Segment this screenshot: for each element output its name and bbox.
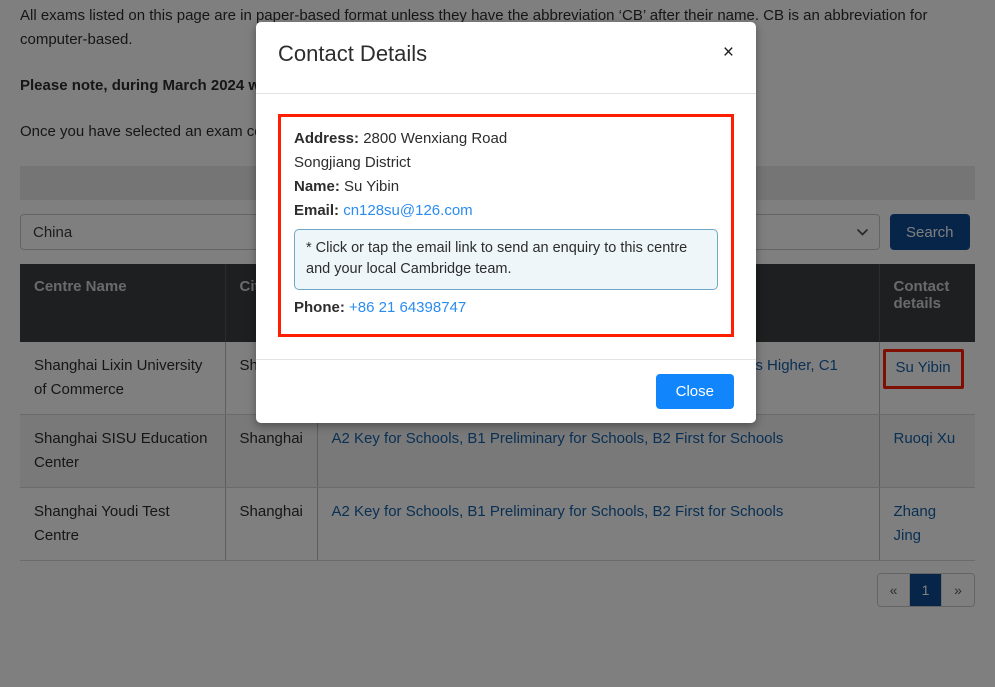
modal-header: Contact Details × bbox=[256, 22, 756, 94]
modal-body: Address: 2800 Wenxiang Road Songjiang Di… bbox=[256, 94, 756, 359]
email-line: Email: cn128su@126.com bbox=[294, 199, 718, 223]
phone-label: Phone: bbox=[294, 299, 345, 316]
email-link[interactable]: cn128su@126.com bbox=[343, 202, 472, 219]
address-line-1: 2800 Wenxiang Road bbox=[363, 130, 507, 147]
name-line: Name: Su Yibin bbox=[294, 175, 718, 199]
name-value: Su Yibin bbox=[344, 178, 399, 195]
email-label: Email: bbox=[294, 202, 339, 219]
name-label: Name: bbox=[294, 178, 340, 195]
phone-line: Phone: +86 21 64398747 bbox=[294, 296, 718, 320]
modal-footer: Close bbox=[256, 359, 756, 423]
email-note-box: * Click or tap the email link to send an… bbox=[294, 229, 718, 290]
address-line: Address: 2800 Wenxiang Road bbox=[294, 127, 718, 151]
contact-details-modal: Contact Details × Address: 2800 Wenxiang… bbox=[256, 22, 756, 423]
close-button[interactable]: Close bbox=[656, 374, 734, 409]
close-icon[interactable]: × bbox=[721, 39, 736, 66]
phone-link[interactable]: +86 21 64398747 bbox=[349, 299, 466, 316]
modal-title: Contact Details bbox=[278, 39, 427, 69]
address-label: Address: bbox=[294, 130, 359, 147]
contact-details-highlight-box: Address: 2800 Wenxiang Road Songjiang Di… bbox=[278, 114, 734, 337]
address-line-2: Songjiang District bbox=[294, 151, 718, 175]
